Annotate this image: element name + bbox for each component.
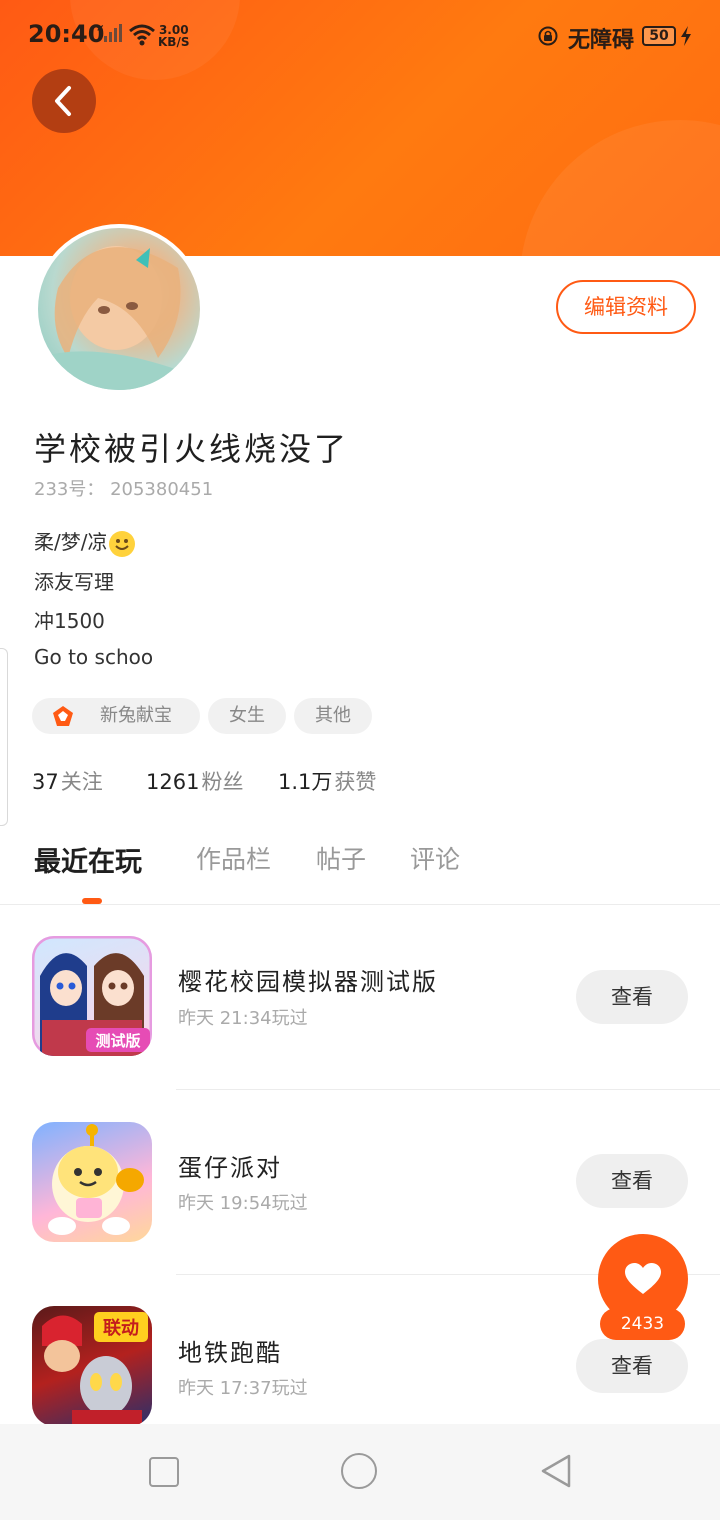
game-icon-badge: 联动 — [103, 1318, 139, 1339]
network-speed: 3.00 KB/S — [158, 24, 189, 48]
view-game-button[interactable]: 查看 — [576, 1154, 688, 1208]
side-drawer-handle[interactable] — [0, 648, 8, 826]
accessibility-label: 无障碍 — [568, 28, 635, 53]
edit-profile-button[interactable]: 编辑资料 — [556, 280, 696, 334]
view-game-button[interactable]: 查看 — [576, 1339, 688, 1393]
banner-decoration — [520, 120, 720, 256]
badge-icon — [53, 706, 73, 726]
game-title: 樱花校园模拟器测试版 — [178, 968, 438, 996]
bio-line: 添友写理 — [34, 570, 114, 594]
chevron-left-icon — [55, 86, 71, 116]
signal-icon: × — [96, 23, 122, 42]
battery-level: 50 — [642, 26, 676, 46]
likes-count: 1.1万 — [278, 770, 333, 794]
fans-label: 粉丝 — [201, 770, 244, 794]
game-title: 地铁跑酷 — [178, 1339, 282, 1367]
tab-recently-played[interactable]: 最近在玩 — [34, 840, 142, 879]
likes-label: 获赞 — [334, 770, 377, 794]
tag-label: 新兔献宝 — [100, 705, 172, 726]
tag-other[interactable]: 其他 — [294, 698, 372, 734]
tab-comments[interactable]: 评论 — [410, 840, 460, 876]
divider — [0, 904, 720, 905]
bio-line: 柔/梦/凉 — [34, 526, 136, 557]
bio-line-text: 柔/梦/凉 — [34, 530, 108, 554]
bio-line: 冲1500 — [34, 609, 105, 633]
game-icon[interactable]: 联动 — [32, 1306, 152, 1426]
tag-gender[interactable]: 女生 — [208, 698, 286, 734]
wifi-icon — [129, 24, 155, 46]
home-button[interactable] — [341, 1453, 377, 1489]
game-icon-badge: 测试版 — [95, 1032, 140, 1050]
game-icon[interactable] — [32, 1122, 152, 1242]
back-button[interactable] — [32, 69, 96, 133]
like-count: 2433 — [600, 1308, 685, 1340]
profile-uid: 233号： 205380451 — [34, 479, 214, 500]
rotation-lock-icon — [538, 26, 558, 46]
view-game-button[interactable]: 查看 — [576, 970, 688, 1024]
fans-count: 1261 — [146, 770, 200, 794]
tag-new-rabbit[interactable]: 新兔献宝 — [32, 698, 200, 734]
charging-icon — [681, 26, 691, 46]
stat-following[interactable]: 37关注 — [32, 766, 103, 796]
game-played-time: 昨天 21:34玩过 — [178, 1008, 308, 1029]
game-icon[interactable]: 测试版 — [32, 936, 152, 1056]
stat-likes[interactable]: 1.1万获赞 — [278, 766, 376, 796]
following-count: 37 — [32, 770, 59, 794]
following-label: 关注 — [60, 770, 103, 794]
tab-posts[interactable]: 帖子 — [316, 840, 366, 876]
game-title: 蛋仔派对 — [178, 1154, 282, 1182]
svg-text:×: × — [96, 23, 104, 34]
status-time: 20:40 — [28, 20, 105, 48]
game-played-time: 昨天 19:54玩过 — [178, 1193, 308, 1214]
smile-emoji-icon — [109, 530, 136, 557]
profile-header-banner: 20:40 × 3.00 KB/S 无障碍 50 — [0, 0, 720, 256]
divider — [176, 1089, 720, 1090]
tab-works[interactable]: 作品栏 — [196, 840, 271, 876]
avatar-image — [38, 228, 200, 390]
recent-apps-button[interactable] — [149, 1457, 179, 1487]
back-triangle-icon[interactable] — [540, 1453, 572, 1489]
heart-icon — [625, 1263, 661, 1294]
game-played-time: 昨天 17:37玩过 — [178, 1378, 308, 1399]
profile-username: 学校被引火线烧没了 — [34, 430, 350, 468]
status-bar: 20:40 × 3.00 KB/S 无障碍 50 — [0, 0, 720, 72]
bio-line: Go to schoo — [34, 645, 154, 669]
avatar[interactable] — [34, 224, 204, 394]
stat-fans[interactable]: 1261粉丝 — [146, 766, 243, 796]
network-speed-unit: KB/S — [158, 35, 190, 49]
